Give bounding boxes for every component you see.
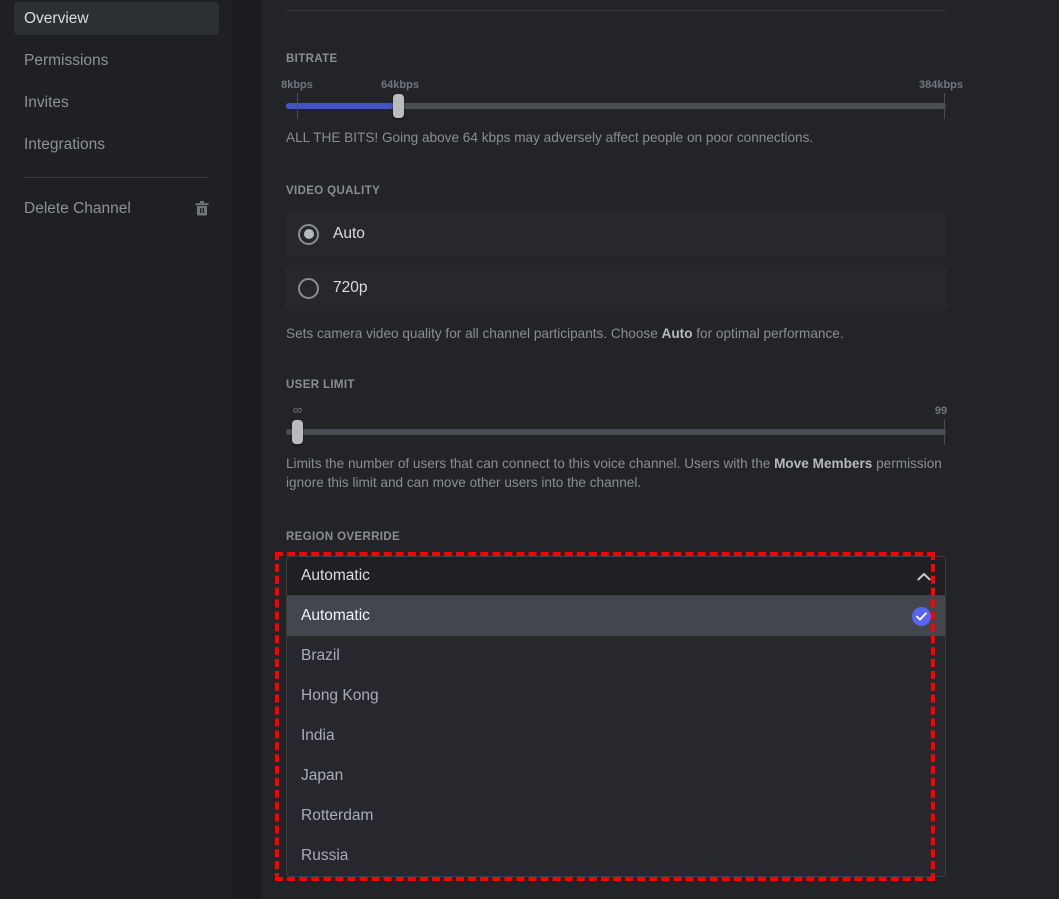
bitrate-max-label: 384kbps (918, 79, 964, 91)
region-option-label: Japan (301, 767, 344, 784)
user-limit-desc-bold: Move Members (774, 456, 873, 471)
video-quality-section: Video Quality Auto 720p Sets camera vide… (286, 185, 946, 343)
video-quality-option-auto[interactable]: Auto (286, 211, 946, 257)
user-limit-slider-thumb[interactable] (292, 420, 303, 444)
settings-main-panel: Bitrate 8kbps 64kbps 384kbps (262, 0, 1059, 899)
user-limit-slider[interactable]: ∞ 99 (286, 402, 948, 445)
region-option-brazil[interactable]: Brazil (287, 636, 945, 676)
user-limit-notch-max (944, 419, 945, 445)
video-quality-option-label: Auto (333, 225, 365, 242)
video-quality-desc-part2: for optimal performance. (692, 326, 844, 341)
region-override-option-list: Automatic Brazil Hong Kong India Japan R… (286, 596, 946, 877)
sidebar-item-label: Integrations (24, 135, 105, 153)
chevron-up-icon[interactable] (917, 572, 931, 581)
region-option-japan[interactable]: Japan (287, 756, 945, 796)
region-option-label: Rotterdam (301, 807, 374, 824)
user-limit-rail (286, 429, 946, 435)
sidebar-gutter (233, 0, 262, 899)
sidebar-item-integrations[interactable]: Integrations (14, 128, 219, 161)
section-divider-top (286, 10, 946, 11)
video-quality-description: Sets camera video quality for all channe… (286, 324, 946, 343)
region-override-dropdown[interactable]: Automatic Automatic Brazil Hong Kong Ind… (286, 556, 946, 877)
region-override-dropdown-header[interactable]: Automatic (286, 556, 946, 596)
user-limit-tick-labels: ∞ 99 (286, 402, 948, 420)
region-override-label: Region Override (286, 531, 401, 543)
region-option-label: Russia (301, 847, 349, 864)
channel-settings-screen: Overview Permissions Invites Integration… (0, 0, 1059, 899)
region-override-section: Region Override Automatic Automatic (286, 531, 946, 877)
sidebar-item-delete-channel[interactable]: Delete Channel (14, 192, 219, 225)
sidebar-item-permissions[interactable]: Permissions (14, 44, 219, 77)
video-quality-options: Auto 720p (286, 211, 946, 311)
sidebar-item-label: Overview (24, 9, 89, 27)
check-icon (912, 606, 931, 626)
region-override-selected-value: Automatic (301, 567, 370, 584)
region-option-label: Automatic (301, 607, 370, 624)
region-option-label: Hong Kong (301, 687, 379, 704)
radio-unselected-icon (298, 277, 319, 299)
bitrate-rail-fill (286, 103, 393, 109)
region-option-label: India (301, 727, 335, 744)
user-limit-description: Limits the number of users that can conn… (286, 454, 946, 492)
region-option-india[interactable]: India (287, 716, 945, 756)
bitrate-slider[interactable]: 8kbps 64kbps 384kbps (281, 79, 963, 119)
user-limit-label: User Limit (286, 379, 355, 391)
bitrate-notch-min (297, 93, 298, 119)
region-option-rotterdam[interactable]: Rotterdam (287, 796, 945, 836)
video-quality-option-720p[interactable]: 720p (286, 265, 946, 311)
bitrate-section: Bitrate 8kbps 64kbps 384kbps (281, 53, 963, 147)
region-option-hong-kong[interactable]: Hong Kong (287, 676, 945, 716)
user-limit-desc-part1: Limits the number of users that can conn… (286, 456, 775, 471)
sidebar-item-invites[interactable]: Invites (14, 86, 219, 119)
user-limit-min-label: ∞ (292, 402, 302, 417)
bitrate-slider-thumb[interactable] (393, 94, 404, 118)
bitrate-value-label: 64kbps (381, 79, 419, 91)
video-quality-label: Video Quality (286, 185, 381, 197)
bitrate-label: Bitrate (286, 53, 338, 65)
bitrate-description: ALL THE BITS! Going above 64 kbps may ad… (286, 130, 814, 145)
sidebar-item-label: Invites (24, 93, 69, 111)
trash-icon (195, 201, 209, 216)
bitrate-tick-labels: 8kbps 64kbps 384kbps (281, 79, 963, 94)
bitrate-notch-max (944, 93, 945, 119)
settings-sidebar: Overview Permissions Invites Integration… (0, 0, 233, 899)
sidebar-item-overview[interactable]: Overview (14, 2, 219, 35)
video-quality-desc-bold: Auto (661, 326, 693, 341)
region-option-label: Brazil (301, 647, 340, 664)
user-limit-section: User Limit ∞ 99 Limits the number of use… (286, 379, 948, 492)
sidebar-item-label: Delete Channel (24, 199, 131, 217)
region-option-automatic[interactable]: Automatic (287, 596, 945, 636)
user-limit-max-label: 99 (934, 405, 948, 417)
sidebar-item-label: Permissions (24, 51, 109, 69)
bitrate-min-label: 8kbps (281, 79, 313, 91)
radio-selected-icon (298, 223, 319, 245)
video-quality-desc-part1: Sets camera video quality for all channe… (286, 326, 662, 341)
region-option-russia[interactable]: Russia (287, 836, 945, 876)
sidebar-divider (24, 177, 209, 178)
video-quality-option-label: 720p (333, 279, 368, 296)
